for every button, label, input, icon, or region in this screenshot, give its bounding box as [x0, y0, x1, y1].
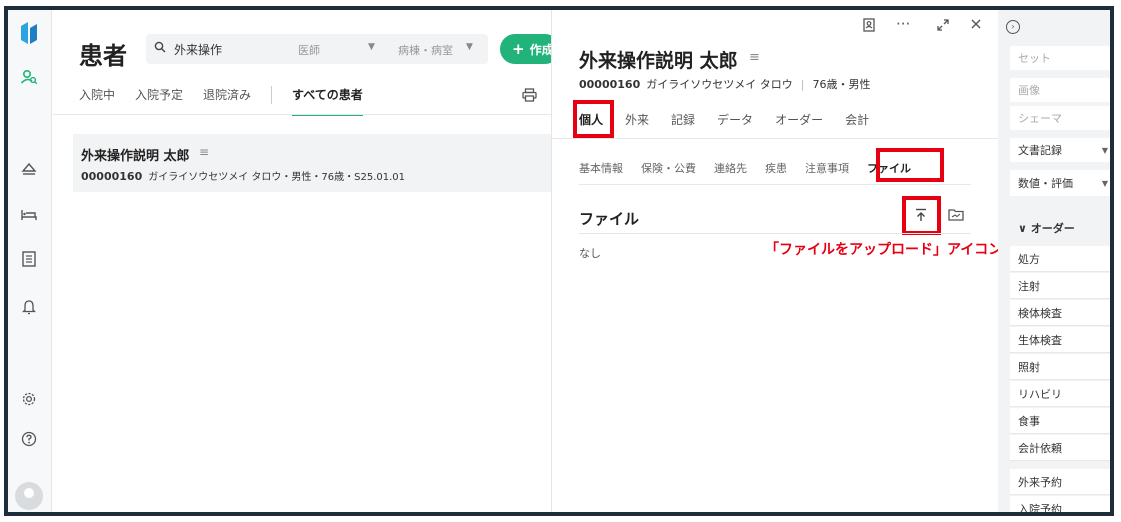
- patient-info: ガイライソウセツメイ タロウ・男性・76歳・S25.01.01: [148, 172, 406, 183]
- subtab-diseases[interactable]: 疾患: [765, 160, 787, 176]
- divider: [579, 233, 971, 234]
- page-title: 患者: [79, 42, 127, 70]
- order-item[interactable]: 会計依頼: [1010, 435, 1110, 461]
- patient-name: 外来操作説明 太郎: [81, 149, 190, 164]
- patient-meta-header: 00000160 ガイライソウセツメイ タロウ | 76歳・男性: [579, 78, 871, 91]
- annotation-label: 「ファイルをアップロード」アイコン: [765, 242, 1003, 258]
- patient-id: 00000160: [81, 170, 143, 183]
- order-item[interactable]: リハビリ: [1010, 381, 1110, 407]
- tab-scheduled[interactable]: 入院予定: [135, 86, 183, 116]
- patient-detail-pane: ··· 外来操作説明 太郎 ≡ 00000160 ガイライソウセツメイ タロウ | 7…: [551, 10, 1002, 512]
- eval-label: 数値・評価: [1018, 177, 1073, 190]
- help-icon[interactable]: [18, 428, 40, 450]
- collapse-icon[interactable]: ›: [1006, 20, 1020, 34]
- doctor-filter[interactable]: 医師: [298, 42, 320, 58]
- order-item[interactable]: 処方: [1010, 246, 1110, 272]
- divider: [53, 114, 551, 115]
- divider: [552, 138, 998, 139]
- eval-button[interactable]: 数値・評価 ▼: [1010, 170, 1110, 196]
- search-input[interactable]: 外来操作: [174, 41, 222, 58]
- subtab-contacts[interactable]: 連絡先: [714, 160, 747, 176]
- image-button[interactable]: 画像: [1010, 78, 1110, 102]
- tab-orders[interactable]: オーダー: [775, 111, 823, 128]
- bed-icon[interactable]: [18, 204, 40, 226]
- divider: [579, 184, 971, 185]
- section-title: ファイル: [579, 210, 640, 228]
- contact-card-icon[interactable]: [862, 18, 876, 36]
- tab-divider: [271, 86, 273, 104]
- subtab-notes[interactable]: 注意事項: [805, 160, 849, 176]
- memo-icon[interactable]: ≡: [749, 50, 760, 65]
- tab-billing[interactable]: 会計: [845, 111, 869, 128]
- order-item[interactable]: 生体検査: [1010, 327, 1110, 353]
- order-item[interactable]: 注射: [1010, 273, 1110, 299]
- tab-inpatient[interactable]: 入院中: [79, 86, 115, 116]
- subtab-insurance[interactable]: 保険・公費: [641, 160, 696, 176]
- tab-all-patients[interactable]: すべての患者: [292, 86, 363, 116]
- patient-age-sex: 76歳・男性: [812, 78, 871, 91]
- order-item[interactable]: 食事: [1010, 408, 1110, 434]
- highlight-box: [876, 148, 944, 182]
- patient-search-icon[interactable]: [18, 66, 40, 88]
- search-icon: [154, 41, 166, 57]
- memo-icon[interactable]: ≡: [199, 145, 209, 159]
- chevron-down-icon: ▼: [1101, 145, 1108, 155]
- close-icon[interactable]: [970, 18, 982, 34]
- schema-button[interactable]: シェーマ: [1010, 106, 1110, 130]
- search-bar[interactable]: 外来操作 医師 ▼ 病棟・病室 ▼: [146, 34, 488, 64]
- empty-text: なし: [579, 247, 601, 260]
- highlight-box: [573, 100, 614, 138]
- list-icon[interactable]: [18, 248, 40, 270]
- patient-meta: 00000160 ガイライソウセツメイ タロウ・男性・76歳・S25.01.01: [81, 168, 405, 183]
- eject-icon[interactable]: [18, 158, 40, 180]
- order-section-header[interactable]: ∨ オーダー: [1018, 220, 1075, 236]
- patient-list-pane: 患者 外来操作 医師 ▼ 病棟・病室 ▼ + 作成 入院中 入院予定 退院済み …: [53, 10, 560, 512]
- bell-icon[interactable]: [18, 296, 40, 318]
- app-window: 患者 外来操作 医師 ▼ 病棟・病室 ▼ + 作成 入院中 入院予定 退院済み …: [4, 6, 1114, 516]
- doc-record-label: 文書記録: [1018, 144, 1062, 157]
- order-head-label: オーダー: [1030, 222, 1075, 235]
- doc-record-button[interactable]: 文書記録 ▼: [1010, 138, 1110, 162]
- tab-records[interactable]: 記録: [671, 111, 695, 128]
- patient-kana: ガイライソウセツメイ タロウ: [646, 78, 793, 91]
- create-button-label: 作成: [529, 42, 554, 57]
- plus-icon: +: [512, 40, 525, 58]
- left-rail: [8, 10, 52, 512]
- right-sidebar: › セット 画像 シェーマ 文書記録 ▼ 数値・評価 ▼ ∨ オーダー 処方 注射 …: [998, 10, 1110, 512]
- detail-tabs: 個人 外来 記録 データ オーダー 会計: [579, 111, 891, 128]
- tab-discharged[interactable]: 退院済み: [203, 86, 251, 116]
- ward-filter[interactable]: 病棟・病室: [398, 42, 453, 58]
- tab-data[interactable]: データ: [717, 111, 753, 128]
- inpatient-reservation[interactable]: 入院予約: [1010, 496, 1110, 512]
- logo-icon[interactable]: [18, 20, 40, 46]
- folder-icon[interactable]: [948, 208, 964, 224]
- avatar[interactable]: [15, 482, 43, 510]
- outpatient-reservation[interactable]: 外来予約: [1010, 469, 1110, 495]
- highlight-box: [902, 196, 941, 235]
- gear-icon[interactable]: [18, 388, 40, 410]
- order-item[interactable]: 検体検査: [1010, 300, 1110, 326]
- more-icon[interactable]: ···: [896, 15, 910, 33]
- subtab-basic-info[interactable]: 基本情報: [579, 160, 623, 176]
- order-item[interactable]: 照射: [1010, 354, 1110, 380]
- tab-outpatient[interactable]: 外来: [625, 111, 649, 128]
- chevron-down-icon[interactable]: ▼: [368, 42, 375, 52]
- patient-name-header: 外来操作説明 太郎: [579, 50, 738, 72]
- patient-id: 00000160: [579, 78, 641, 91]
- chevron-down-icon: ▼: [1101, 178, 1108, 188]
- chevron-down-icon: ∨: [1018, 222, 1031, 235]
- chevron-down-icon[interactable]: ▼: [466, 42, 473, 52]
- patient-row[interactable]: 外来操作説明 太郎 ≡ 00000160 ガイライソウセツメイ タロウ・男性・76…: [73, 134, 551, 192]
- expand-icon[interactable]: [936, 18, 950, 36]
- patient-tabs: 入院中 入院予定 退院済み すべての患者: [79, 86, 383, 116]
- set-button[interactable]: セット: [1010, 46, 1110, 70]
- print-icon[interactable]: [522, 88, 537, 106]
